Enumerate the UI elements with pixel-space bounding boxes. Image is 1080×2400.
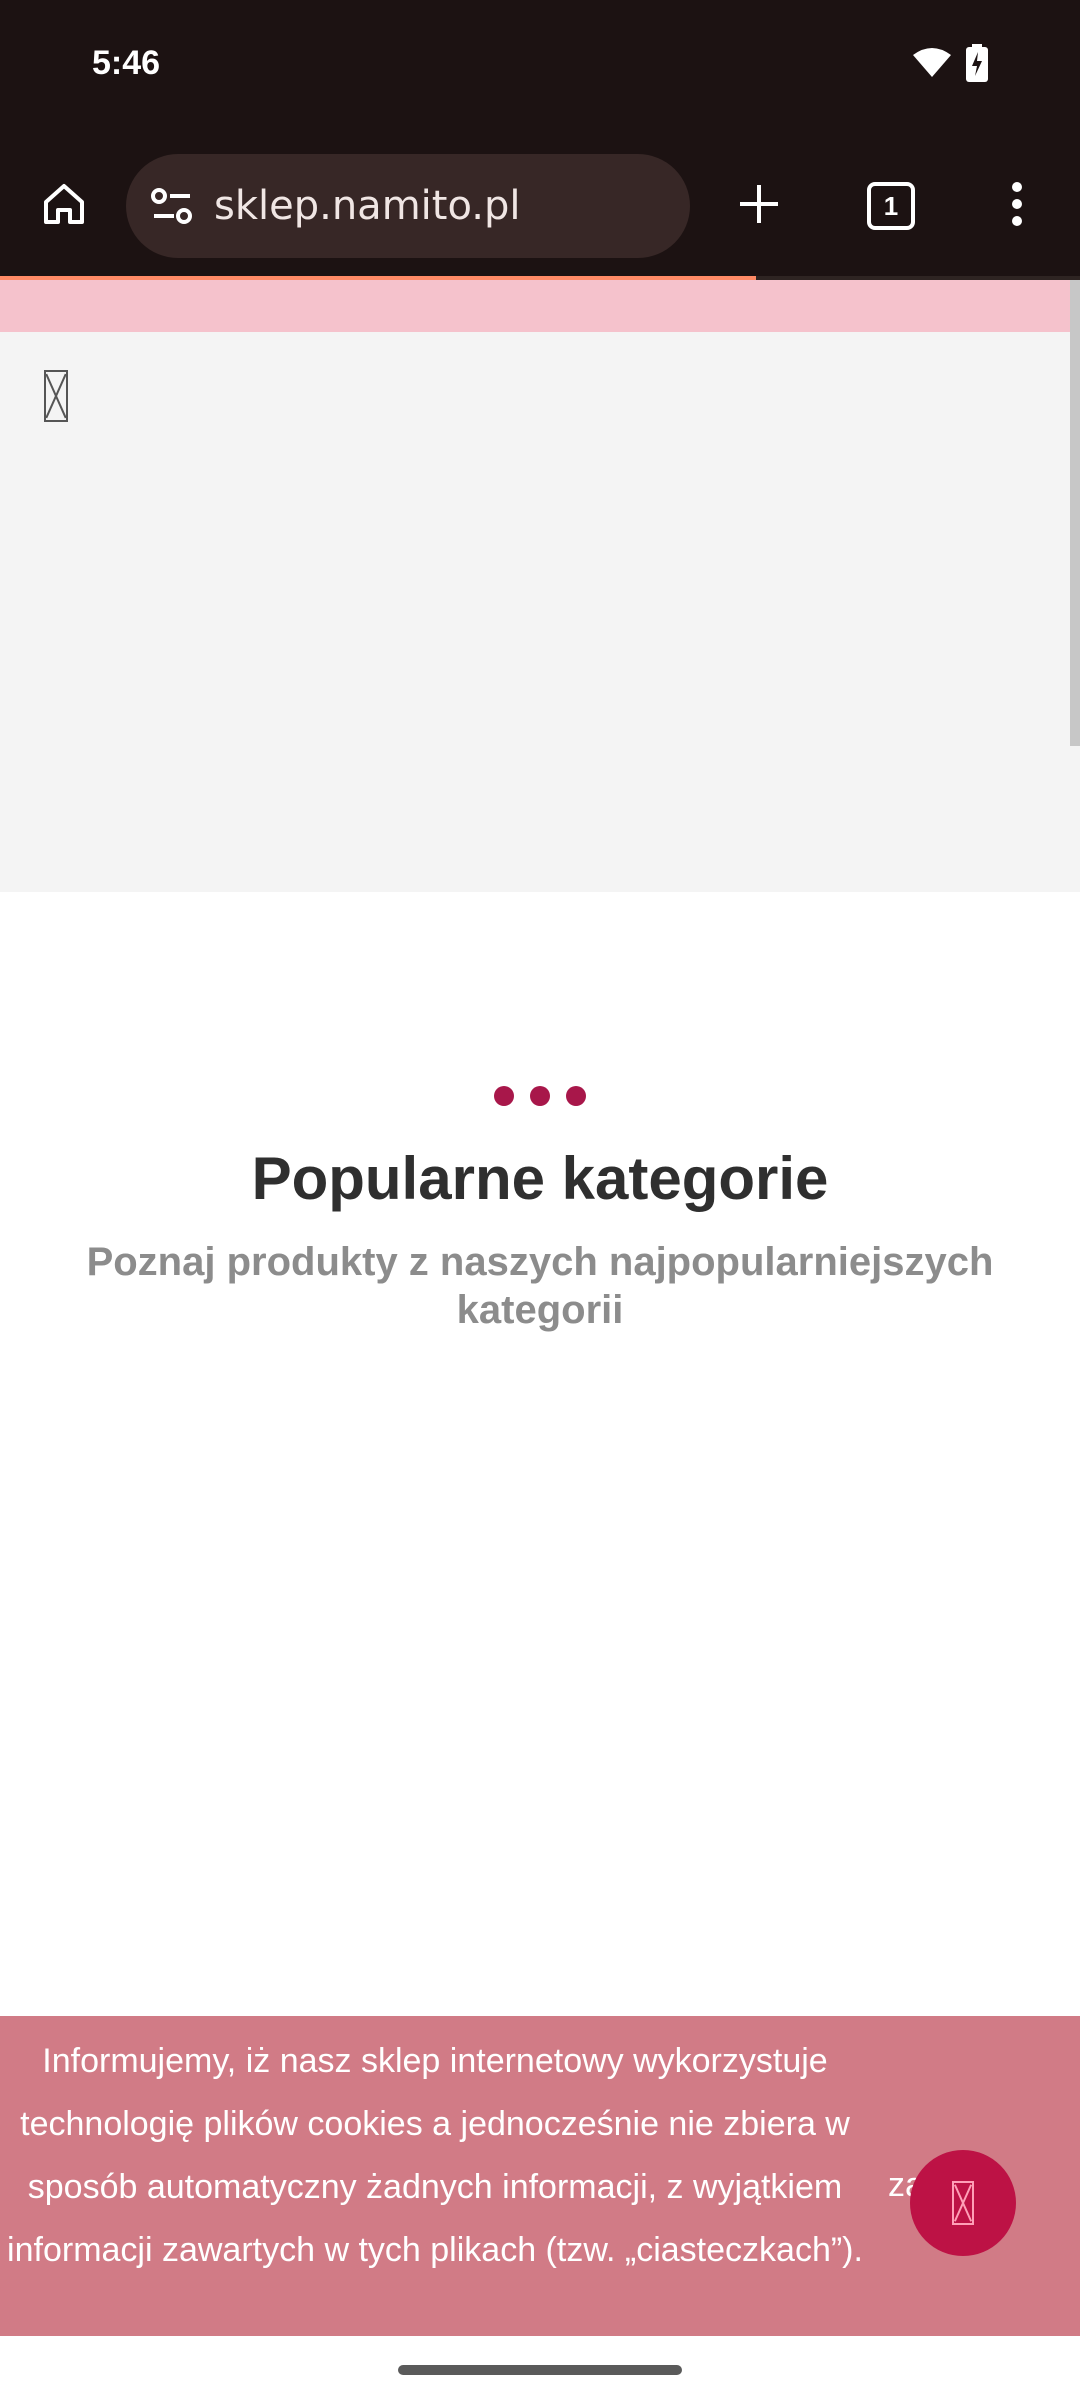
status-icons [912,44,988,87]
new-tab-icon [736,181,782,232]
promo-strip [0,280,1080,332]
browser-toolbar: sklep.namito.pl 1 [0,136,1080,278]
tab-count: 1 [883,190,899,221]
gesture-nav-handle[interactable] [398,2365,682,2375]
floating-action-button[interactable] [910,2150,1016,2256]
wifi-icon [912,47,952,84]
hero-banner [0,332,1080,892]
section-title: Popularne kategorie [251,1145,829,1212]
url-text[interactable]: sklep.namito.pl [214,183,520,229]
decoration-dot [530,1086,550,1106]
site-settings-icon[interactable] [148,182,196,230]
status-bar: 5:46 [0,0,1080,136]
home-button[interactable] [20,162,108,250]
decoration-dot [566,1086,586,1106]
tab-switcher-button[interactable]: 1 [847,162,935,250]
address-bar[interactable]: sklep.namito.pl [126,154,690,258]
section-subtitle: Poznaj produkty z naszych najpopularniej… [86,1240,994,1332]
new-tab-button[interactable] [715,162,803,250]
broken-image-icon [44,370,68,422]
home-icon [38,178,90,235]
status-time: 5:46 [92,44,161,82]
decoration-dot [494,1086,514,1106]
more-menu-icon [1011,181,1023,232]
section-decoration-dots [0,1086,1080,1106]
missing-glyph-icon [952,2181,974,2225]
more-menu-button[interactable] [973,162,1061,250]
tab-switcher-icon: 1 [867,182,915,230]
page-scrollbar[interactable] [1070,280,1080,746]
cookie-message: Informujemy, iż nasz sklep internetowy w… [7,2042,863,2269]
battery-charging-icon [966,44,988,87]
